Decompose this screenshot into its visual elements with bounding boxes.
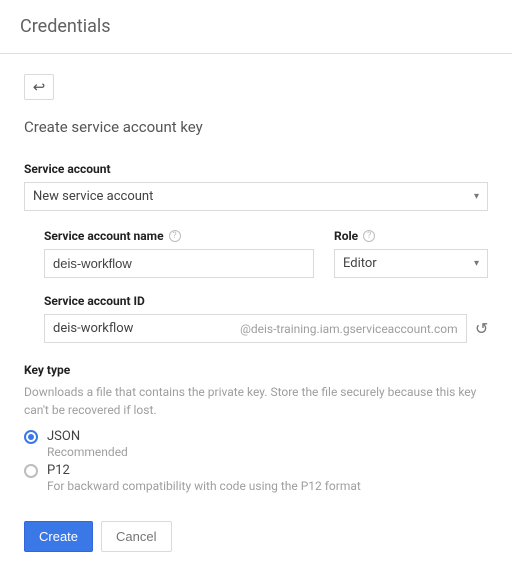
radio-p12[interactable] bbox=[24, 464, 38, 478]
radio-json-sub: Recommended bbox=[47, 445, 128, 459]
chevron-down-icon: ▾ bbox=[474, 191, 479, 202]
key-type-description: Downloads a file that contains the priva… bbox=[24, 383, 488, 419]
role-label: Role ? bbox=[334, 229, 488, 243]
role-selected: Editor bbox=[343, 256, 377, 271]
account-id-value: deis-workflow bbox=[53, 321, 133, 336]
radio-p12-sub: For backward compatibility with code usi… bbox=[47, 479, 361, 493]
section-title: Create service account key bbox=[24, 118, 488, 136]
role-select[interactable]: Editor ▾ bbox=[334, 249, 488, 278]
key-type-label: Key type bbox=[24, 363, 488, 377]
radio-p12-label: P12 bbox=[47, 463, 361, 478]
service-account-label: Service account bbox=[24, 162, 488, 176]
service-account-selected: New service account bbox=[33, 189, 153, 204]
create-button[interactable]: Create bbox=[24, 521, 93, 552]
help-icon[interactable]: ? bbox=[363, 230, 375, 242]
service-account-select[interactable]: New service account ▾ bbox=[24, 182, 488, 211]
radio-json-label: JSON bbox=[47, 429, 128, 444]
chevron-down-icon: ▾ bbox=[474, 258, 479, 269]
radio-json[interactable] bbox=[24, 430, 38, 444]
help-icon[interactable]: ? bbox=[169, 230, 181, 242]
account-id-input[interactable]: deis-workflow @deis-training.iam.gservic… bbox=[44, 314, 467, 343]
account-name-label: Service account name ? bbox=[44, 229, 314, 243]
cancel-button[interactable]: Cancel bbox=[101, 521, 171, 552]
page-title: Credentials bbox=[0, 0, 512, 53]
account-id-label: Service account ID bbox=[44, 294, 488, 308]
back-icon: ↩ bbox=[33, 78, 46, 96]
account-id-suffix: @deis-training.iam.gserviceaccount.com bbox=[240, 322, 458, 336]
account-name-input[interactable] bbox=[44, 249, 314, 278]
back-button[interactable]: ↩ bbox=[24, 74, 54, 100]
refresh-icon[interactable]: ↻ bbox=[475, 319, 488, 338]
